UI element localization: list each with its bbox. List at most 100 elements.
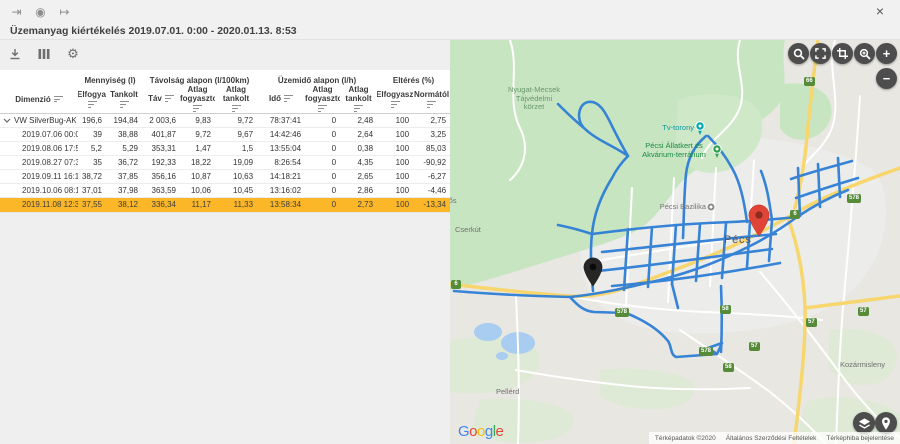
chevron-down-icon[interactable] (3, 118, 11, 123)
table-row[interactable]: 2019.07.06 00:00- 3938,88401,879,729,671… (0, 127, 450, 141)
cell[interactable]: 10,06 (180, 183, 215, 197)
red-map-marker[interactable] (748, 204, 770, 237)
cell[interactable]: 0 (305, 141, 340, 155)
cell[interactable]: 0 (305, 169, 340, 183)
cell-dimension[interactable]: 2019.10.06 08:19- (0, 183, 78, 197)
table-row[interactable]: 2019.08.06 17:55- 5,25,29353,311,471,513… (0, 141, 450, 155)
cell[interactable]: 38,72 (78, 169, 106, 183)
cell[interactable]: 196,6 (78, 113, 106, 127)
cell[interactable]: 39 (78, 127, 106, 141)
cell[interactable]: 4,35 (340, 155, 377, 169)
cell-dimension[interactable]: 2019.08.06 17:55- (0, 141, 78, 155)
columns-icon[interactable] (35, 45, 53, 63)
cell[interactable]: 401,87 (142, 127, 180, 141)
column-header-avg-refueled-km[interactable]: Átlag tankolt (215, 86, 257, 113)
cell[interactable]: 100 (377, 113, 413, 127)
cell[interactable]: 78:37:41 (257, 113, 305, 127)
column-header-consumed-pct[interactable]: Elfogyasztott (377, 86, 413, 113)
settings-gear-icon[interactable]: ⚙ (64, 45, 82, 63)
report-map-error-link[interactable]: Térképhiba bejelentése (826, 435, 894, 442)
marker-tool-icon[interactable] (875, 412, 897, 434)
cell[interactable]: 2,48 (340, 113, 377, 127)
cell[interactable]: 100 (377, 155, 413, 169)
cell[interactable]: 0 (305, 127, 340, 141)
cell[interactable]: 2,86 (340, 183, 377, 197)
cell[interactable]: 19,09 (215, 155, 257, 169)
column-header-avg-consumed-h[interactable]: Átlag fogyasztott (305, 86, 340, 113)
cell[interactable]: -4,46 (413, 183, 450, 197)
cell[interactable]: 0 (305, 155, 340, 169)
cell[interactable]: -6,27 (413, 169, 450, 183)
cell-dimension[interactable]: 2019.07.06 00:00- (0, 127, 78, 141)
crop-icon[interactable] (832, 43, 853, 64)
cell[interactable]: 37,98 (106, 183, 142, 197)
cell[interactable]: 8:26:54 (257, 155, 305, 169)
black-map-marker[interactable] (583, 257, 603, 287)
table-row[interactable]: 2019.10.06 08:19- 37,0137,98363,5910,061… (0, 183, 450, 197)
cell[interactable]: 11,33 (215, 197, 257, 211)
column-header-avg-consumed-km[interactable]: Átlag fogyasztott (180, 86, 215, 113)
cell[interactable]: 0 (305, 197, 340, 211)
cell[interactable]: 10,45 (215, 183, 257, 197)
download-icon[interactable] (6, 45, 24, 63)
cell[interactable]: 13:16:02 (257, 183, 305, 197)
cell[interactable]: 353,31 (142, 141, 180, 155)
cell[interactable]: 37,85 (106, 169, 142, 183)
cell[interactable]: 363,59 (142, 183, 180, 197)
zoom-out-button[interactable]: − (876, 68, 897, 89)
cell[interactable]: -13,34 (413, 197, 450, 211)
cell[interactable]: 9,72 (180, 127, 215, 141)
fullscreen-icon[interactable] (810, 43, 831, 64)
cell[interactable]: 10,87 (180, 169, 215, 183)
column-header-distance[interactable]: Táv (142, 86, 180, 113)
poi-basilica-icon[interactable] (707, 203, 715, 211)
table-row[interactable]: 2019.08.27 07:35- 3536,72192,3318,2219,0… (0, 155, 450, 169)
cell[interactable]: 5,2 (78, 141, 106, 155)
cell[interactable]: 100 (377, 127, 413, 141)
cell[interactable]: 2 003,6 (142, 113, 180, 127)
table-row[interactable]: 2019.09.11 16:18- 38,7237,85356,1610,871… (0, 169, 450, 183)
cell[interactable]: 2,65 (340, 169, 377, 183)
cell[interactable]: -90,92 (413, 155, 450, 169)
cell[interactable]: 192,33 (142, 155, 180, 169)
cell[interactable]: 14:18:21 (257, 169, 305, 183)
cell[interactable]: 356,16 (142, 169, 180, 183)
cell[interactable]: 10,63 (215, 169, 257, 183)
column-header-refueled[interactable]: Tankolt (106, 86, 142, 113)
cell[interactable]: 38,88 (106, 127, 142, 141)
dock-right-icon[interactable]: ↦ (56, 4, 73, 21)
cell[interactable]: 100 (377, 197, 413, 211)
cell[interactable]: 18,22 (180, 155, 215, 169)
cell[interactable]: 11,17 (180, 197, 215, 211)
cell[interactable]: 14:42:46 (257, 127, 305, 141)
cell-dimension[interactable]: 2019.09.11 16:18- (0, 169, 78, 183)
cell[interactable]: 100 (377, 183, 413, 197)
table-row-vehicle[interactable]: VW SilverBug-AKC-38 196,6194,842 003,69,… (0, 113, 450, 127)
cell-dimension[interactable]: 2019.11.08 12:37- (0, 197, 78, 211)
table-row-selected[interactable]: 2019.11.08 12:37- 37,5538,12336,3411,171… (0, 197, 450, 211)
cell[interactable]: 0 (305, 183, 340, 197)
map-search-icon[interactable] (788, 43, 809, 64)
cell[interactable]: 9,83 (180, 113, 215, 127)
cell[interactable]: 85,03 (413, 141, 450, 155)
cell[interactable]: 35 (78, 155, 106, 169)
cell[interactable]: 37,01 (78, 183, 106, 197)
cell[interactable]: 100 (377, 141, 413, 155)
layers-icon[interactable] (853, 412, 875, 434)
column-header-time[interactable]: Idő (257, 86, 305, 113)
cell[interactable]: 37,55 (78, 197, 106, 211)
zoom-in-button[interactable]: + (876, 43, 897, 64)
column-header-dimension[interactable]: Dimenzió (0, 86, 78, 113)
cell[interactable]: 9,72 (215, 113, 257, 127)
cell[interactable]: 5,29 (106, 141, 142, 155)
google-logo[interactable]: Google (458, 423, 503, 440)
cell[interactable]: 13:55:04 (257, 141, 305, 155)
cell[interactable]: 9,67 (215, 127, 257, 141)
cell[interactable]: 13:58:34 (257, 197, 305, 211)
cell[interactable]: 2,64 (340, 127, 377, 141)
cell-dimension[interactable]: 2019.08.27 07:35- (0, 155, 78, 169)
cell[interactable]: 2,75 (413, 113, 450, 127)
cell[interactable]: 38,12 (106, 197, 142, 211)
cell[interactable]: 1,5 (215, 141, 257, 155)
record-icon[interactable]: ◉ (32, 4, 49, 21)
